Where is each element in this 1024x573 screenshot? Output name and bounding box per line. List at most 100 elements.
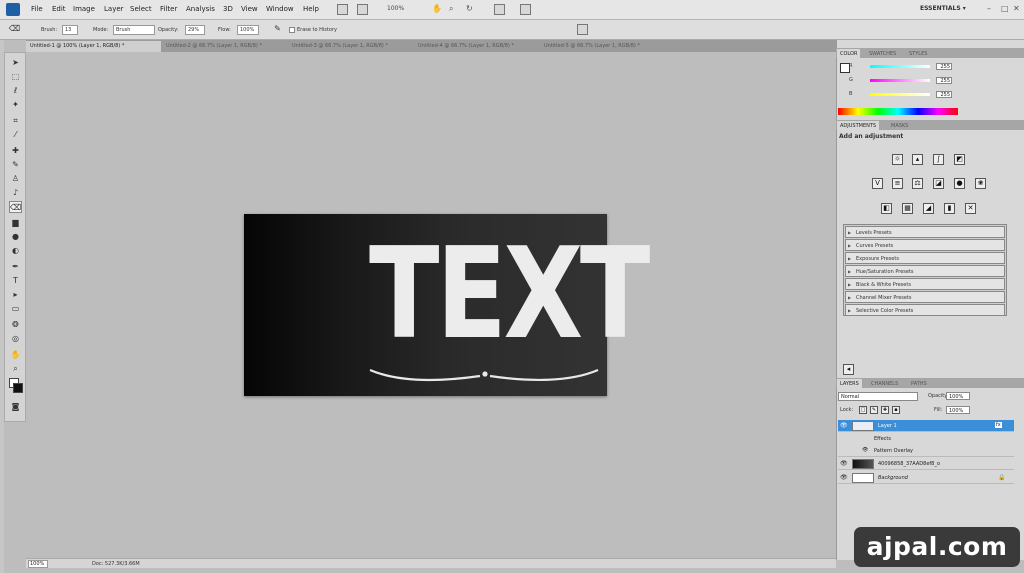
menu-image[interactable]: Image — [73, 5, 95, 13]
layer-opacity-field[interactable]: 100% — [946, 392, 970, 400]
red-value[interactable]: 255 — [936, 63, 952, 70]
flow-field[interactable]: 100% — [237, 25, 259, 35]
levels-icon[interactable]: ▴ — [912, 154, 923, 165]
opacity-field[interactable]: 29% — [185, 25, 205, 35]
color-spectrum-bar[interactable] — [838, 108, 958, 115]
blue-value[interactable]: 255 — [936, 91, 952, 98]
blue-slider[interactable] — [870, 93, 930, 96]
selective-color-icon[interactable]: ✕ — [965, 203, 976, 214]
dodge-tool-icon[interactable]: ◐ — [9, 245, 22, 257]
3d-rotate-tool-icon[interactable]: ❂ — [9, 319, 22, 331]
lock-position-icon[interactable]: ✚ — [881, 406, 889, 414]
menu-layer[interactable]: Layer — [104, 5, 124, 13]
preset-exposure[interactable]: Exposure Presets — [845, 252, 1005, 264]
tab-untitled-4[interactable]: Untitled-4 @ 66.7% (Layer 1, RGB/8) * — [414, 41, 539, 52]
tab-channels[interactable]: CHANNELS — [868, 379, 901, 388]
eyedropper-tool-icon[interactable]: ⁄ — [9, 129, 22, 141]
vibrance-icon[interactable]: V — [872, 178, 883, 189]
lock-transparent-icon[interactable]: □ — [859, 406, 867, 414]
tab-layers[interactable]: LAYERS — [837, 379, 862, 388]
rotate-view-icon[interactable]: ↻ — [466, 4, 473, 13]
preset-selective-color[interactable]: Selective Color Presets — [845, 304, 1005, 316]
airbrush-icon[interactable]: ✎ — [271, 23, 284, 35]
move-tool-icon[interactable]: ➤ — [9, 57, 22, 69]
preset-curves[interactable]: Curves Presets — [845, 239, 1005, 251]
clone-stamp-tool-icon[interactable]: ♙ — [9, 173, 22, 185]
menu-select[interactable]: Select — [130, 5, 152, 13]
blur-tool-icon[interactable]: ● — [9, 231, 22, 243]
shape-tool-icon[interactable]: ▭ — [9, 303, 22, 315]
black-white-icon[interactable]: ◪ — [933, 178, 944, 189]
fill-field[interactable]: 100% — [946, 406, 970, 414]
zoom-tool-icon[interactable]: ⌕ — [9, 363, 22, 375]
hue-saturation-icon[interactable]: ≡ — [892, 178, 903, 189]
blend-mode-select[interactable]: Normal — [838, 392, 918, 401]
zoom-level-menu[interactable]: 100% — [387, 5, 404, 12]
crop-tool-icon[interactable]: ⌗ — [9, 115, 22, 127]
tab-adjustments[interactable]: ADJUSTMENTS — [837, 121, 880, 130]
menu-3d[interactable]: 3D — [223, 5, 233, 13]
screen-mode-icon[interactable] — [520, 4, 531, 15]
menu-filter[interactable]: Filter — [160, 5, 177, 13]
red-slider[interactable] — [870, 65, 930, 68]
path-selection-tool-icon[interactable]: ▸ — [9, 289, 22, 301]
exposure-icon[interactable]: ◩ — [954, 154, 965, 165]
hand-tool-icon[interactable]: ✋ — [432, 4, 442, 13]
mode-select[interactable]: Brush — [113, 25, 155, 35]
layer-row-layer-1[interactable]: 👁 Layer 1 fx — [838, 420, 1014, 432]
curves-icon[interactable]: ∫ — [933, 154, 944, 165]
preset-hue-saturation[interactable]: Hue/Saturation Presets — [845, 265, 1005, 277]
effect-row-pattern-overlay[interactable]: 👁 Pattern Overlay — [838, 445, 1014, 457]
green-slider[interactable] — [870, 79, 930, 82]
visibility-eye-icon[interactable]: 👁 — [840, 474, 848, 481]
history-brush-tool-icon[interactable]: ♪ — [9, 187, 22, 199]
photo-filter-icon[interactable]: ● — [954, 178, 965, 189]
effect-eye-icon[interactable]: 👁 — [862, 447, 868, 453]
visibility-eye-icon[interactable]: 👁 — [840, 460, 848, 467]
visibility-eye-icon[interactable]: 👁 — [840, 422, 848, 429]
document-canvas[interactable]: TEXT — [244, 214, 650, 396]
threshold-icon[interactable]: ◢ — [923, 203, 934, 214]
gradient-map-icon[interactable]: ▮ — [944, 203, 955, 214]
healing-brush-tool-icon[interactable]: ✚ — [9, 145, 22, 157]
eraser-preset-icon[interactable]: ⌫ — [8, 23, 21, 35]
bridge-icon[interactable] — [337, 4, 348, 15]
erase-history-checkbox[interactable] — [289, 27, 295, 33]
menu-help[interactable]: Help — [303, 5, 319, 13]
menu-view[interactable]: View — [241, 5, 258, 13]
preset-levels[interactable]: Levels Presets — [845, 226, 1005, 238]
canvas-area[interactable]: TEXT — [26, 52, 836, 558]
layer-row-photo[interactable]: 👁 40096858_37AAD8ef8_o — [838, 458, 1014, 470]
3d-orbit-tool-icon[interactable]: ◎ — [9, 333, 22, 345]
layer-row-background[interactable]: 👁 Background 🔒 — [838, 472, 1014, 484]
preset-channel-mixer[interactable]: Channel Mixer Presets — [845, 291, 1005, 303]
close-icon[interactable]: ✕ — [1013, 4, 1020, 13]
status-zoom-field[interactable]: 100% — [28, 560, 48, 568]
brightness-icon[interactable]: ☼ — [892, 154, 903, 165]
tab-untitled-3[interactable]: Untitled-3 @ 66.7% (Layer 1, RGB/8) * — [288, 41, 413, 52]
marquee-tool-icon[interactable]: ⬚ — [9, 71, 22, 83]
tab-color[interactable]: COLOR — [837, 49, 861, 58]
magic-wand-tool-icon[interactable]: ✦ — [9, 99, 22, 111]
brush-panel-icon[interactable] — [577, 24, 588, 35]
pen-tool-icon[interactable]: ✒ — [9, 261, 22, 273]
tab-untitled-2[interactable]: Untitled-2 @ 66.7% (Layer 1, RGB/8) * — [162, 41, 287, 52]
green-value[interactable]: 255 — [936, 77, 952, 84]
minimize-icon[interactable]: – — [987, 4, 991, 13]
quick-mask-icon[interactable]: ◙ — [9, 401, 22, 413]
doc-size-info[interactable]: Doc: 527.3K/3.66M — [92, 561, 140, 567]
invert-icon[interactable]: ◧ — [881, 203, 892, 214]
background-color-swatch[interactable] — [13, 383, 23, 393]
return-to-list-icon[interactable]: ◂ — [843, 364, 854, 375]
brush-tool-icon[interactable]: ✎ — [9, 159, 22, 171]
tab-styles[interactable]: STYLES — [906, 49, 930, 58]
menu-window[interactable]: Window — [266, 5, 294, 13]
workspace-switcher[interactable]: ESSENTIALS ▾ — [920, 5, 966, 12]
view-extras-icon[interactable] — [357, 4, 368, 15]
tab-untitled-5[interactable]: Untitled-5 @ 66.7% (Layer 1, RGB/8) * — [540, 41, 665, 52]
menu-edit[interactable]: Edit — [52, 5, 66, 13]
arrange-documents-icon[interactable] — [494, 4, 505, 15]
tab-untitled-1[interactable]: Untitled-1 @ 100% (Layer 1, RGB/8) * — [26, 41, 161, 52]
hand-tool-icon[interactable]: ✋ — [9, 349, 22, 361]
gradient-tool-icon[interactable]: ▆ — [9, 217, 22, 229]
